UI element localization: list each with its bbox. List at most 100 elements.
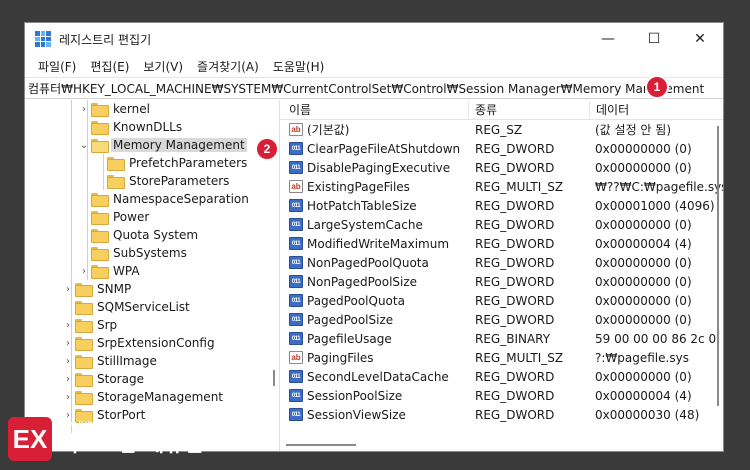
menu-file[interactable]: 파일(F) xyxy=(31,58,83,75)
tree-item[interactable]: KnownDLLs xyxy=(25,118,279,136)
watermark-name: 익스트림 매뉴얼 xyxy=(60,432,204,456)
value-data: 0x00000000 (0) xyxy=(595,293,692,308)
menu-favorites[interactable]: 즐겨찾기(A) xyxy=(190,58,266,75)
chevron-right-icon[interactable]: › xyxy=(61,392,75,403)
value-type: REG_DWORD xyxy=(475,388,555,403)
chevron-right-icon[interactable]: › xyxy=(77,266,91,277)
list-scroll-thumb[interactable] xyxy=(717,126,719,406)
folder-icon xyxy=(91,265,109,279)
close-button[interactable]: ✕ xyxy=(677,23,723,55)
chevron-right-icon[interactable]: › xyxy=(77,104,91,115)
tree-item[interactable]: › StillImage xyxy=(25,352,279,370)
menu-bar: 파일(F) 편집(E) 보기(V) 즐겨찾기(A) 도움말(H) xyxy=(25,55,723,77)
folder-icon xyxy=(107,157,125,171)
maximize-button[interactable]: ☐ xyxy=(631,23,677,55)
binary-value-icon: 011 xyxy=(289,275,303,288)
value-data: 0x00001000 (4096) xyxy=(595,198,715,213)
watermark-tagline: More Better IT Life xyxy=(60,421,122,428)
value-data: ?:₩pagefile.sys xyxy=(595,350,689,365)
tree-item-label: StorageManagement xyxy=(97,390,223,404)
tree-item[interactable]: › Srp xyxy=(25,316,279,334)
value-type: REG_DWORD xyxy=(475,407,555,422)
chevron-right-icon[interactable]: › xyxy=(61,338,75,349)
chevron-right-icon[interactable]: › xyxy=(61,320,75,331)
value-name: PagingFiles xyxy=(307,350,374,365)
value-type: REG_DWORD xyxy=(475,312,555,327)
address-bar[interactable]: 컴퓨터₩HKEY_LOCAL_MACHINE₩SYSTEM₩CurrentCon… xyxy=(25,75,723,99)
folder-icon xyxy=(91,193,109,207)
tree-item[interactable]: StoreParameters xyxy=(25,172,279,190)
tree-item[interactable]: PrefetchParameters xyxy=(25,154,279,172)
tree-item-label: kernel xyxy=(113,102,150,116)
minimize-button[interactable]: — xyxy=(585,23,631,55)
value-row[interactable]: 011 NonPagedPoolQuota REG_DWORD 0x00000000 … xyxy=(280,253,723,272)
value-name-cell: 011 SessionPoolSize xyxy=(280,389,468,403)
value-name: HotPatchTableSize xyxy=(307,198,417,213)
value-name-cell: 011 PagedPoolQuota xyxy=(280,294,468,308)
value-row[interactable]: ab (기본값) REG_SZ (값 설정 안 됨) xyxy=(280,120,723,139)
title-bar: 레지스트리 편집기 — ☐ ✕ xyxy=(25,23,723,55)
tree-item-label: WPA xyxy=(113,264,140,278)
menu-help[interactable]: 도움말(H) xyxy=(266,58,332,75)
list-hscroll-thumb[interactable] xyxy=(286,444,356,446)
value-row[interactable]: 011 PagedPoolSize REG_DWORD 0x00000000 (0) xyxy=(280,310,723,329)
value-row[interactable]: 011 SessionViewSize REG_DWORD 0x00000030 (4… xyxy=(280,405,723,424)
list-scrollbar[interactable] xyxy=(713,120,723,437)
menu-edit[interactable]: 편집(E) xyxy=(83,58,136,75)
tree-item[interactable]: › StorageManagement xyxy=(25,388,279,406)
tree-item[interactable]: SubSystems xyxy=(25,244,279,262)
value-row[interactable]: 011 HotPatchTableSize REG_DWORD 0x00001000 … xyxy=(280,196,723,215)
value-row[interactable]: 011 PagedPoolQuota REG_DWORD 0x00000000 (0) xyxy=(280,291,723,310)
binary-value-icon: 011 xyxy=(289,256,303,269)
value-row[interactable]: 011 DisablePagingExecutive REG_DWORD 0x0000… xyxy=(280,158,723,177)
chevron-right-icon[interactable]: › xyxy=(61,356,75,367)
column-header-data[interactable]: 데이터 xyxy=(589,101,723,118)
tree-item[interactable]: Power xyxy=(25,208,279,226)
value-row[interactable]: 011 ClearPageFileAtShutdown REG_DWORD 0x000… xyxy=(280,139,723,158)
column-header-name[interactable]: 이름 xyxy=(280,101,468,118)
tree-item[interactable]: NamespaceSeparation xyxy=(25,190,279,208)
value-type: REG_MULTI_SZ xyxy=(475,350,564,365)
watermark-text: More Better IT Life 익스트림 매뉴얼 xyxy=(60,421,204,457)
binary-value-icon: 011 xyxy=(289,161,303,174)
value-name-cell: 011 SecondLevelDataCache xyxy=(280,370,468,384)
tree-item[interactable]: SQMServiceList xyxy=(25,298,279,316)
value-row[interactable]: ab PagingFiles REG_MULTI_SZ ?:₩pagefile.sys xyxy=(280,348,723,367)
chevron-down-icon[interactable]: ⌄ xyxy=(77,140,91,151)
registry-editor-window: 레지스트리 편집기 — ☐ ✕ 파일(F) 편집(E) 보기(V) 즐겨찾기(A… xyxy=(24,22,724,452)
key-tree-pane: › kernel KnownDLLs ⌄ Memory Management Prefet… xyxy=(25,100,280,451)
value-name-cell: 011 DisablePagingExecutive xyxy=(280,161,468,175)
value-type: REG_DWORD xyxy=(475,236,555,251)
value-data: (값 설정 안 됨) xyxy=(595,123,672,137)
tree-item[interactable]: › SrpExtensionConfig xyxy=(25,334,279,352)
value-row[interactable]: 011 NonPagedPoolSize REG_DWORD 0x00000000 (… xyxy=(280,272,723,291)
value-row[interactable]: 011 SecondLevelDataCache REG_DWORD 0x000000… xyxy=(280,367,723,386)
tree-item-label: SrpExtensionConfig xyxy=(97,336,215,350)
tree-item[interactable]: › kernel xyxy=(25,100,279,118)
value-row[interactable]: ab ExistingPageFiles REG_MULTI_SZ ₩??₩C:₩pa… xyxy=(280,177,723,196)
value-name-cell: 011 PagefileUsage xyxy=(280,332,468,346)
chevron-right-icon[interactable]: › xyxy=(61,374,75,385)
tree-item[interactable]: Quota System xyxy=(25,226,279,244)
tree-scrollbar[interactable] xyxy=(269,100,279,451)
value-name: (기본값) xyxy=(307,123,350,137)
value-row[interactable]: 011 PagefileUsage REG_BINARY 59 00 00 00 86… xyxy=(280,329,723,348)
list-horizontal-scrollbar[interactable] xyxy=(280,439,723,451)
tree-item-label: StillImage xyxy=(97,354,157,368)
tree-item-label: Quota System xyxy=(113,228,199,242)
value-data: ₩??₩C:₩pagefile.sys xyxy=(595,179,723,194)
tree-item[interactable]: › SNMP xyxy=(25,280,279,298)
address-path[interactable]: 컴퓨터₩HKEY_LOCAL_MACHINE₩SYSTEM₩CurrentCon… xyxy=(28,80,704,97)
chevron-right-icon[interactable]: › xyxy=(61,284,75,295)
column-header-type[interactable]: 종류 xyxy=(468,101,589,118)
value-row[interactable]: 011 ModifiedWriteMaximum REG_DWORD 0x000000… xyxy=(280,234,723,253)
tree-item[interactable]: › WPA xyxy=(25,262,279,280)
value-data: 0x00000000 (0) xyxy=(595,312,692,327)
value-row[interactable]: 011 SessionPoolSize REG_DWORD 0x00000004 (4… xyxy=(280,386,723,405)
tree-item[interactable]: ⌄ Memory Management xyxy=(25,136,279,154)
binary-value-icon: 011 xyxy=(289,408,303,421)
value-row[interactable]: 011 LargeSystemCache REG_DWORD 0x00000000 (… xyxy=(280,215,723,234)
tree-item[interactable]: › Storage xyxy=(25,370,279,388)
menu-view[interactable]: 보기(V) xyxy=(136,58,190,75)
tree-scroll-thumb[interactable] xyxy=(273,370,275,386)
